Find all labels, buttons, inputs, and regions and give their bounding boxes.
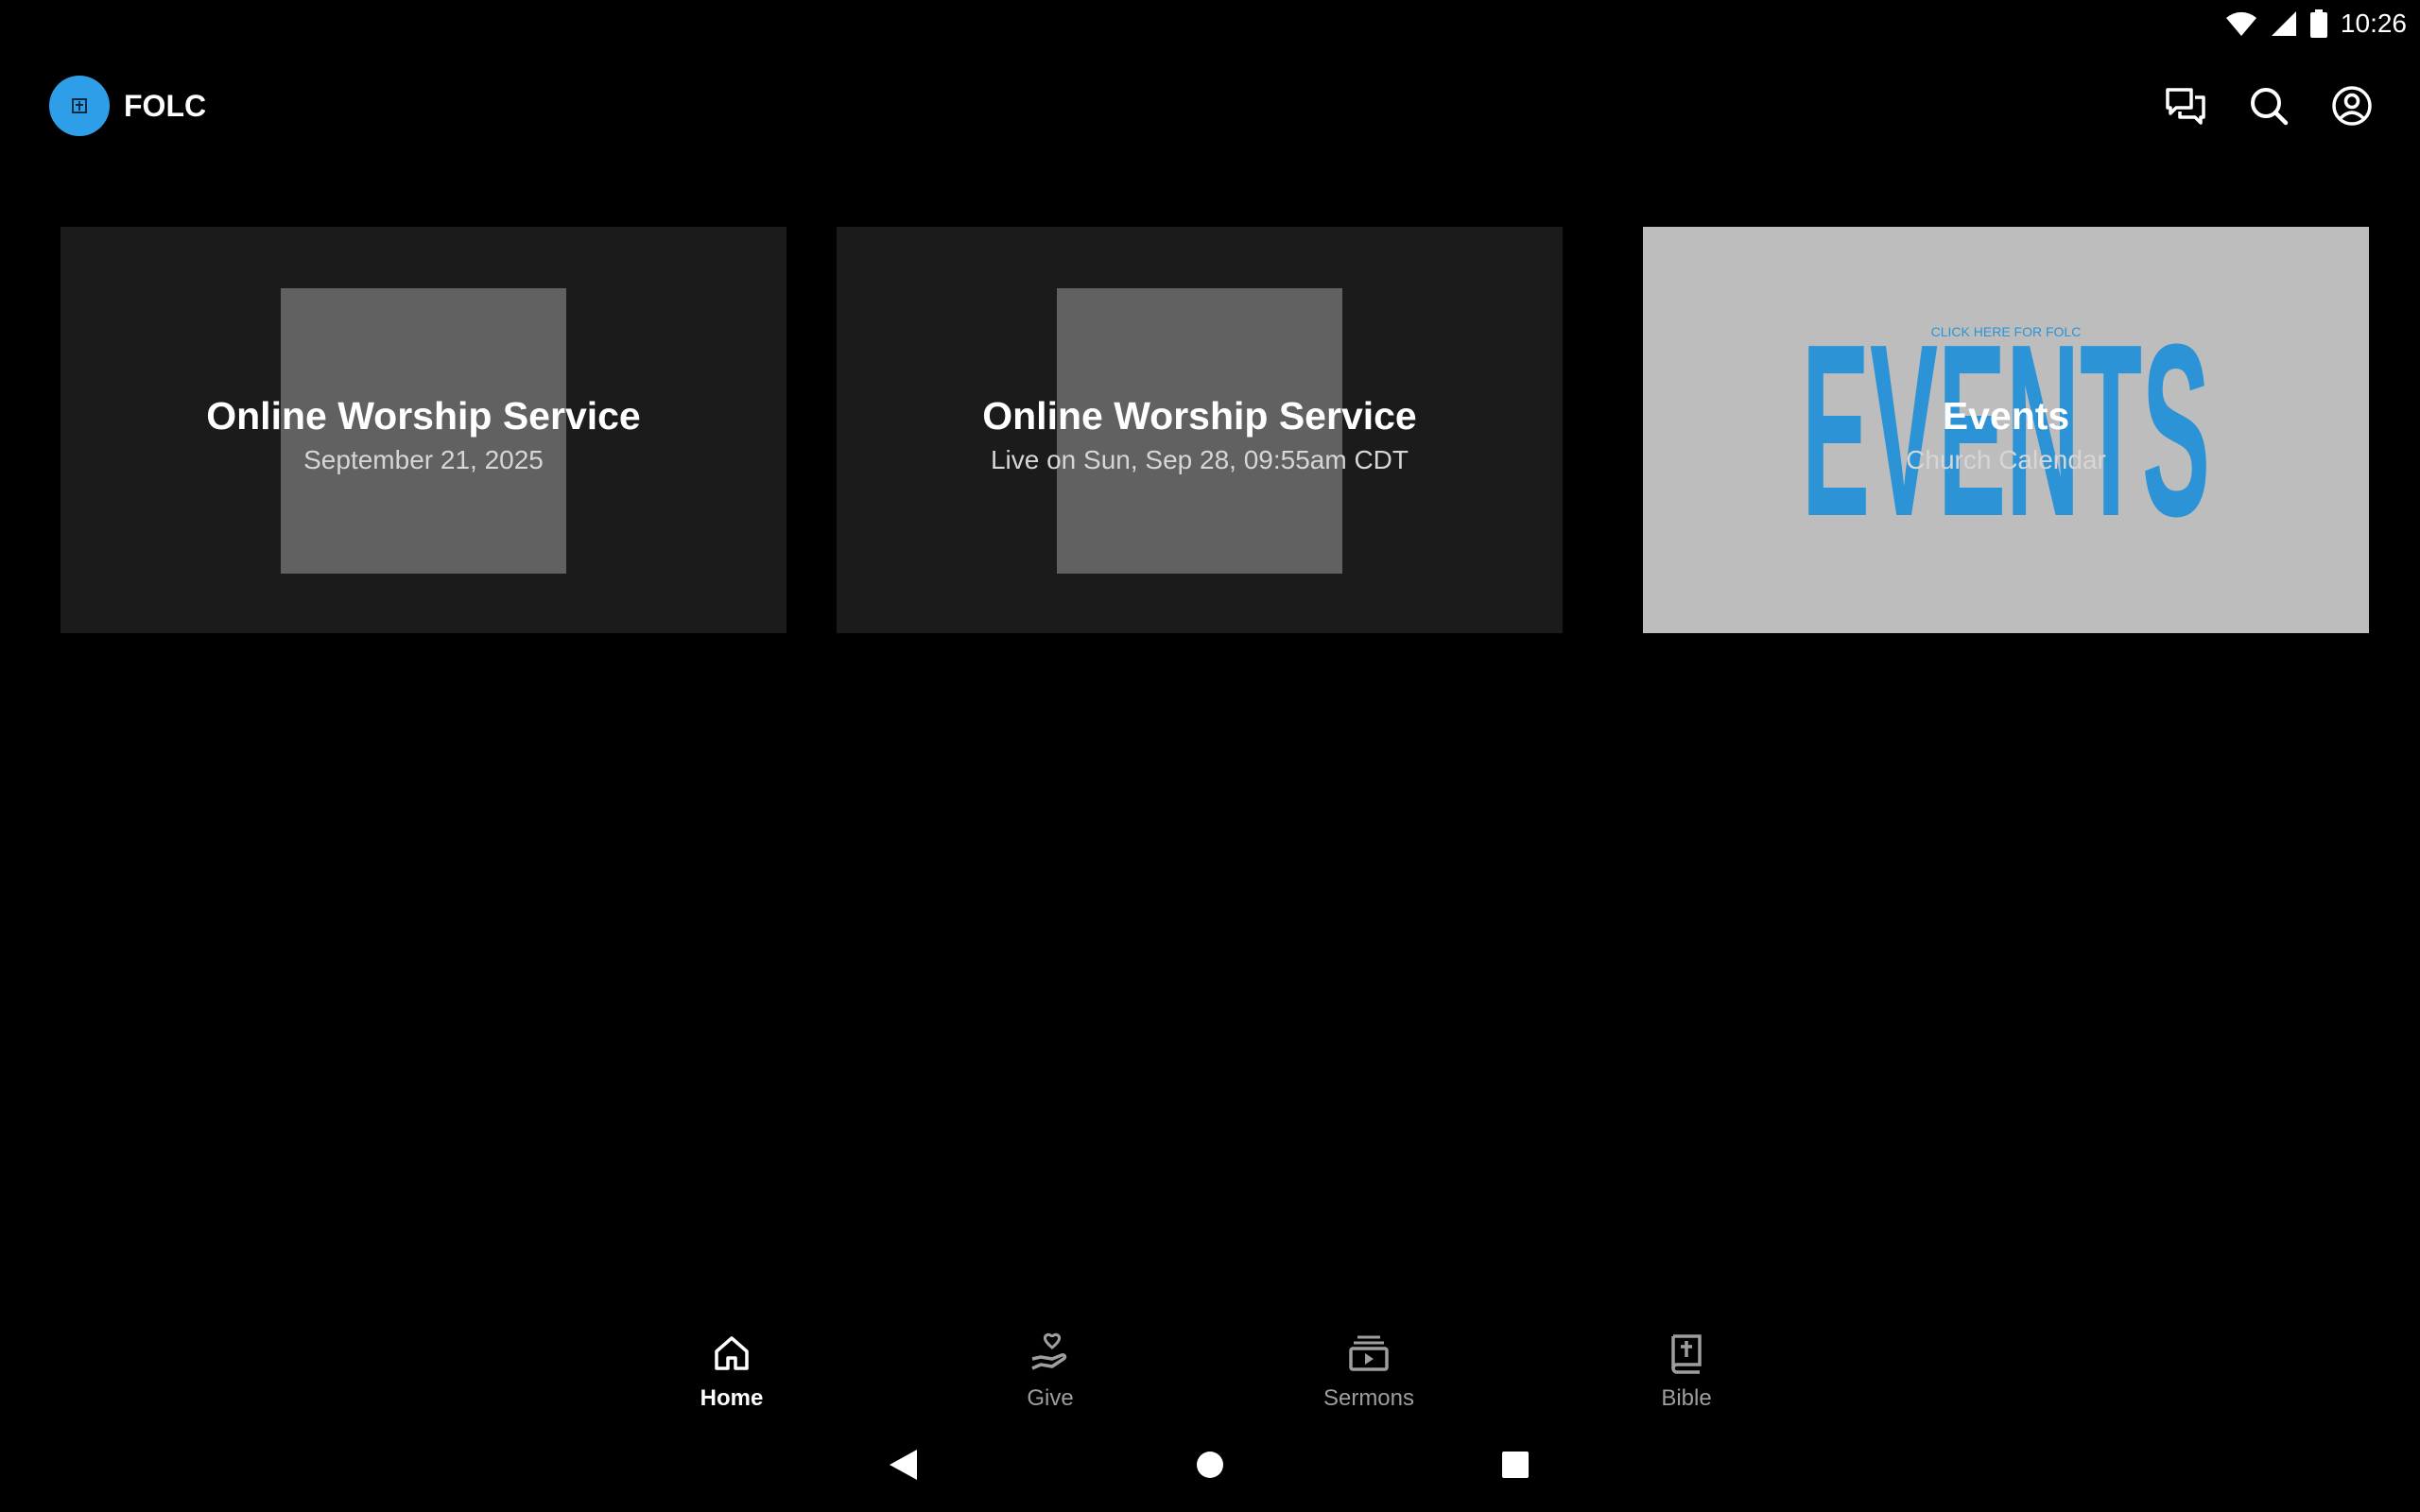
card-title: Online Worship Service [982, 394, 1417, 438]
recents-icon[interactable] [1487, 1436, 1544, 1493]
card-texts: Online Worship Service Live on Sun, Sep … [837, 392, 1563, 479]
system-navigation-bar [0, 1436, 2420, 1493]
back-icon[interactable] [874, 1436, 931, 1493]
worship-service-card-2[interactable]: Online Worship Service Live on Sun, Sep … [837, 227, 1563, 633]
sermons-icon [1274, 1331, 1463, 1376]
card-texts: Events Church Calendar [1643, 392, 2369, 479]
app-title: FOLC [124, 89, 207, 123]
clock: 10:26 [2340, 9, 2407, 38]
card-title: Online Worship Service [206, 394, 641, 438]
app-bar: FOLC [0, 66, 2420, 146]
nav-label: Give [1027, 1385, 1074, 1411]
card-texts: Online Worship Service September 21, 202… [60, 392, 786, 479]
church-logo-icon[interactable] [49, 76, 110, 136]
nav-label: Home [700, 1385, 764, 1411]
nav-item-home[interactable]: Home [637, 1331, 826, 1412]
nav-item-sermons[interactable]: Sermons [1274, 1331, 1463, 1412]
signal-icon [2271, 10, 2297, 37]
bible-icon [1592, 1331, 1781, 1376]
battery-icon [2309, 9, 2327, 38]
home-circle-icon[interactable] [1182, 1436, 1238, 1493]
card-subtitle: Church Calendar [1906, 445, 2106, 474]
wifi-icon [2225, 10, 2257, 37]
nav-label: Sermons [1322, 1385, 1415, 1411]
nav-item-give[interactable]: Give [956, 1331, 1145, 1412]
worship-service-card-1[interactable]: Online Worship Service September 21, 202… [60, 227, 786, 633]
search-icon[interactable] [2246, 83, 2291, 129]
account-icon[interactable] [2329, 83, 2375, 129]
card-subtitle: Live on Sun, Sep 28, 09:55am CDT [990, 445, 1409, 474]
give-icon [956, 1331, 1145, 1376]
messages-icon[interactable] [2163, 83, 2208, 129]
app-screen: 10:26 FOLC Online Worship Service Septem… [0, 0, 2420, 1512]
home-icon [637, 1331, 826, 1376]
nav-label: Bible [1661, 1385, 1712, 1411]
app-bar-actions [2163, 83, 2375, 129]
card-subtitle: September 21, 2025 [303, 445, 544, 474]
status-bar: 10:26 [2225, 0, 2420, 47]
card-title: Events [1942, 394, 2070, 438]
events-card[interactable]: CLICK HERE FOR FOLC EVENTS Events Church… [1643, 227, 2369, 633]
bottom-navigation: Home Give Sermons Bible [0, 1323, 2420, 1418]
nav-item-bible[interactable]: Bible [1592, 1331, 1781, 1412]
